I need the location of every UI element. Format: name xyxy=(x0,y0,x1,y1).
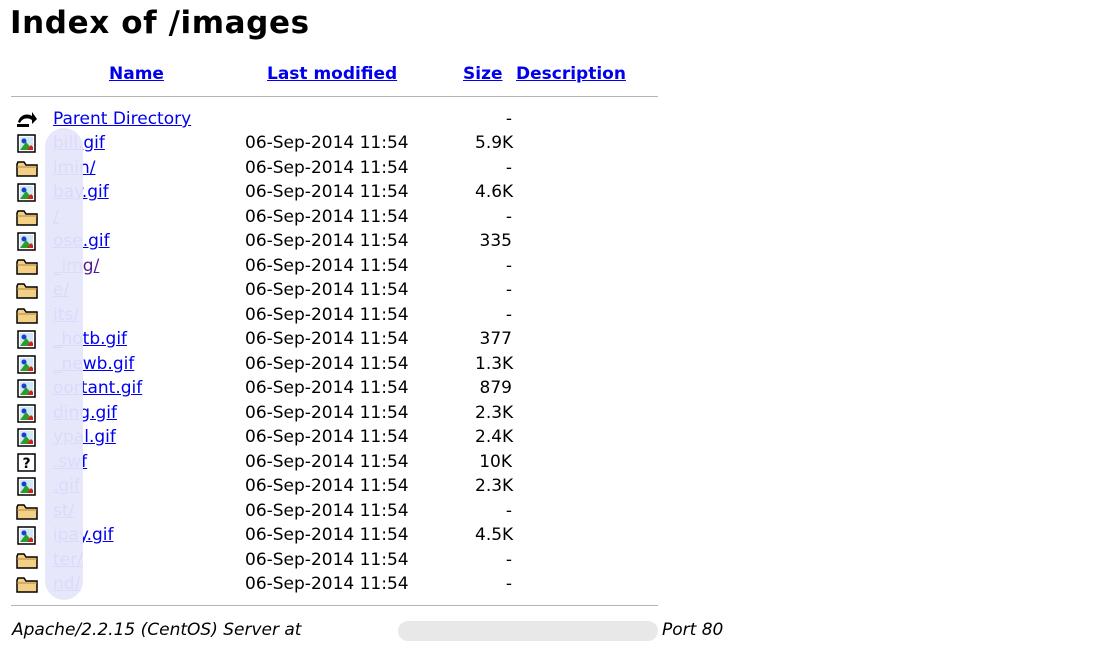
folder-icon xyxy=(16,575,38,594)
file-row: e/06-Sep-2014 11:54- xyxy=(16,278,676,303)
file-row: st/06-Sep-2014 11:54- xyxy=(16,499,676,524)
image-file-icon xyxy=(16,526,38,545)
file-size: - xyxy=(505,500,512,521)
parent-directory-link[interactable]: Parent Directory xyxy=(53,107,191,131)
file-size: - xyxy=(505,255,512,276)
file-row: ?.swf06-Sep-2014 11:5410K xyxy=(16,450,676,475)
image-file-icon xyxy=(16,354,38,374)
file-size: 879 xyxy=(479,378,512,398)
image-file-icon xyxy=(16,183,38,202)
file-date: 06-Sep-2014 11:54 xyxy=(245,402,409,423)
image-file-icon xyxy=(16,403,38,423)
file-date: 06-Sep-2014 11:54 xyxy=(245,182,409,202)
image-file-icon xyxy=(16,379,38,398)
file-date: 06-Sep-2014 11:54 xyxy=(245,280,409,300)
back-arrow-icon xyxy=(16,110,38,129)
file-size: - xyxy=(505,206,512,227)
file-row: bay.gif06-Sep-2014 11:544.6K xyxy=(16,180,676,205)
file-row: _img/06-Sep-2014 11:54- xyxy=(16,254,676,279)
file-date: 06-Sep-2014 11:54 xyxy=(245,304,409,325)
file-size: - xyxy=(505,304,512,325)
file-size: 2.4K xyxy=(475,427,514,447)
column-header-name[interactable]: Name xyxy=(109,63,164,85)
folder-icon xyxy=(16,257,38,276)
header-divider xyxy=(11,96,658,97)
image-file-icon xyxy=(16,232,38,251)
file-date: 06-Sep-2014 11:54 xyxy=(245,476,409,496)
file-size: 2.3K xyxy=(475,402,514,423)
parent-directory-row: Parent Directory - xyxy=(16,107,676,132)
image-file-icon xyxy=(16,330,38,349)
image-file-icon xyxy=(16,134,38,153)
file-date: 06-Sep-2014 11:54 xyxy=(245,353,409,374)
file-date: 06-Sep-2014 11:54 xyxy=(245,378,409,398)
file-row: ypal.gif 06-Sep-2014 11:54 2.4K xyxy=(16,425,676,450)
file-row: nd/06-Sep-2014 11:54- xyxy=(16,572,676,597)
file-date: 06-Sep-2014 11:54 xyxy=(245,549,409,570)
file-row: _newb.gif 06-Sep-2014 11:54 1.3K xyxy=(16,352,676,377)
file-date: 06-Sep-2014 11:54 xyxy=(245,231,409,251)
file-row: .gif06-Sep-2014 11:542.3K xyxy=(16,474,676,499)
footer-divider xyxy=(11,605,658,606)
file-size: 4.5K xyxy=(475,525,514,545)
folder-icon xyxy=(16,281,38,300)
file-size: 377 xyxy=(479,329,512,349)
file-size: 335 xyxy=(479,231,512,251)
file-size: 4.6K xyxy=(475,182,514,202)
server-address-redaction xyxy=(398,621,658,641)
file-date: 06-Sep-2014 11:54 xyxy=(245,427,409,447)
folder-icon xyxy=(16,159,38,178)
directory-listing-page: Index of /images Name Last modified Size… xyxy=(0,0,1105,650)
file-size: 2.3K xyxy=(475,476,514,496)
folder-icon xyxy=(16,208,38,227)
file-row: _hotb.gif 06-Sep-2014 11:54 377 xyxy=(16,327,676,352)
file-date: 06-Sep-2014 11:54 xyxy=(245,525,409,545)
column-header-description[interactable]: Description xyxy=(516,63,626,85)
file-size: - xyxy=(505,157,512,178)
unknown-file-icon: ? xyxy=(16,452,38,472)
file-size: - xyxy=(505,549,512,570)
parent-size: - xyxy=(505,109,512,129)
svg-text:?: ? xyxy=(22,456,30,472)
image-file-icon xyxy=(16,477,38,496)
column-header-size[interactable]: Size xyxy=(463,63,503,85)
file-row: ose.gif06-Sep-2014 11:54335 xyxy=(16,229,676,254)
file-date: 06-Sep-2014 11:54 xyxy=(245,574,409,594)
file-row: oortant.gif 06-Sep-2014 11:54 879 xyxy=(16,376,676,401)
file-row: bill.gif06-Sep-2014 11:545.9K xyxy=(16,131,676,156)
file-date: 06-Sep-2014 11:54 xyxy=(245,133,409,153)
column-header-last-modified[interactable]: Last modified xyxy=(267,63,397,85)
file-row: ter/06-Sep-2014 11:54- xyxy=(16,548,676,573)
file-row: ipay.gif 06-Sep-2014 11:54 4.5K xyxy=(16,523,676,548)
file-size: - xyxy=(505,574,512,594)
redaction-blur xyxy=(45,128,83,600)
file-size: 5.9K xyxy=(475,133,514,153)
file-date: 06-Sep-2014 11:54 xyxy=(245,451,409,472)
file-date: 06-Sep-2014 11:54 xyxy=(245,255,409,276)
file-row: /06-Sep-2014 11:54- xyxy=(16,205,676,230)
file-date: 06-Sep-2014 11:54 xyxy=(245,157,409,178)
folder-icon xyxy=(16,502,38,521)
folder-icon xyxy=(16,551,38,570)
file-size: 10K xyxy=(479,451,512,472)
server-signature: Apache/2.2.15 (CentOS) Server at xyxy=(12,620,302,640)
file-size: 1.3K xyxy=(475,353,514,374)
file-row: its/06-Sep-2014 11:54- xyxy=(16,303,676,328)
folder-icon xyxy=(16,306,38,325)
server-port: Port 80 xyxy=(662,620,724,640)
file-date: 06-Sep-2014 11:54 xyxy=(245,500,409,521)
file-row: ding.gif 06-Sep-2014 11:54 2.3K xyxy=(16,401,676,426)
file-date: 06-Sep-2014 11:54 xyxy=(245,206,409,227)
file-row: lmin/06-Sep-2014 11:54- xyxy=(16,156,676,181)
file-size: - xyxy=(505,280,512,300)
image-file-icon xyxy=(16,428,38,447)
file-date: 06-Sep-2014 11:54 xyxy=(245,329,409,349)
page-title: Index of /images xyxy=(10,5,310,41)
